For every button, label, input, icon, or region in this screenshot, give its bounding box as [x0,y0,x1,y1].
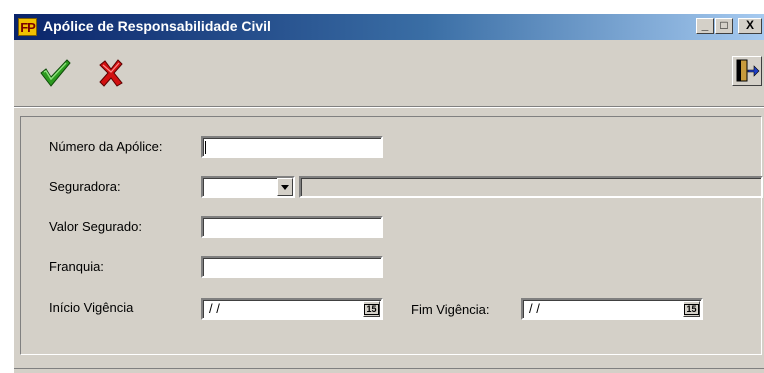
fim-vigencia-value: / / [529,301,540,316]
fim-vigencia-input[interactable]: / / 15 [521,298,703,320]
toolbar [14,44,764,104]
title-bar[interactable]: FP Apólice de Responsabilidade Civil _ □… [14,14,764,40]
calendar-icon: 15 [684,304,699,315]
valor-segurado-input[interactable] [201,216,383,238]
confirm-button[interactable] [38,58,72,88]
exit-button[interactable] [732,56,762,86]
seguradora-dropdown-button[interactable] [277,178,293,196]
app-icon: FP [18,18,37,36]
valor-segurado-label: Valor Segurado: [49,219,142,234]
minimize-button[interactable]: _ [696,18,714,34]
maximize-button[interactable]: □ [715,18,733,34]
green-checkmark-icon [40,59,71,87]
cancel-button[interactable] [96,58,126,88]
toolbar-separator [14,106,764,108]
seguradora-label: Seguradora: [49,179,121,194]
red-x-icon [99,59,123,87]
numero-apolice-label: Número da Apólice: [49,139,163,154]
text-caret [205,141,206,154]
franquia-input[interactable] [201,256,383,278]
inicio-vigencia-input[interactable]: / / 15 [201,298,383,320]
seguradora-name-field [299,176,763,198]
close-button[interactable]: X [738,18,762,34]
exit-door-icon [736,59,760,82]
window-title: Apólice de Responsabilidade Civil [43,18,271,34]
inicio-vigencia-label: Início Vigência [49,300,134,315]
fim-vigencia-label: Fim Vigência: [411,302,490,317]
inicio-calendar-button[interactable]: 15 [363,301,380,317]
window-bottom-edge [14,368,764,369]
inicio-vigencia-value: / / [209,301,220,316]
seguradora-select[interactable] [201,176,295,198]
form-panel: Número da Apólice: Seguradora: Valor Seg… [20,116,763,355]
dialog-window: FP Apólice de Responsabilidade Civil _ □… [14,14,764,373]
fim-calendar-button[interactable]: 15 [683,301,700,317]
chevron-down-icon [281,185,289,190]
numero-apolice-input[interactable] [201,136,383,158]
calendar-icon: 15 [364,304,379,315]
franquia-label: Franquia: [49,259,104,274]
